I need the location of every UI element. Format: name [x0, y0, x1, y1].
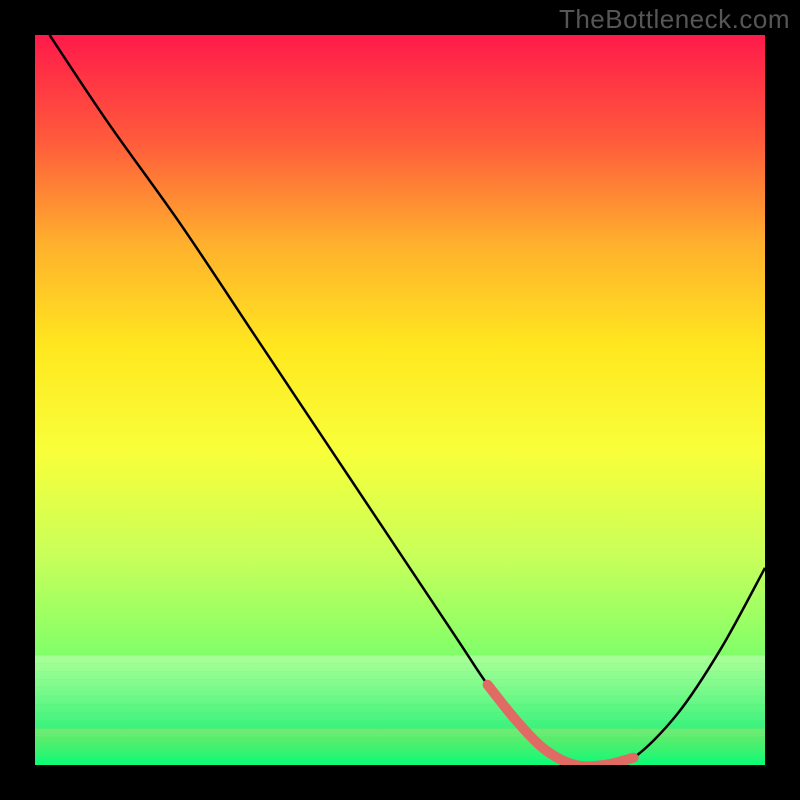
- chart-svg: [35, 35, 765, 765]
- chart-frame: TheBottleneck.com: [0, 0, 800, 800]
- plot-area: [35, 35, 765, 765]
- watermark-label: TheBottleneck.com: [559, 4, 790, 35]
